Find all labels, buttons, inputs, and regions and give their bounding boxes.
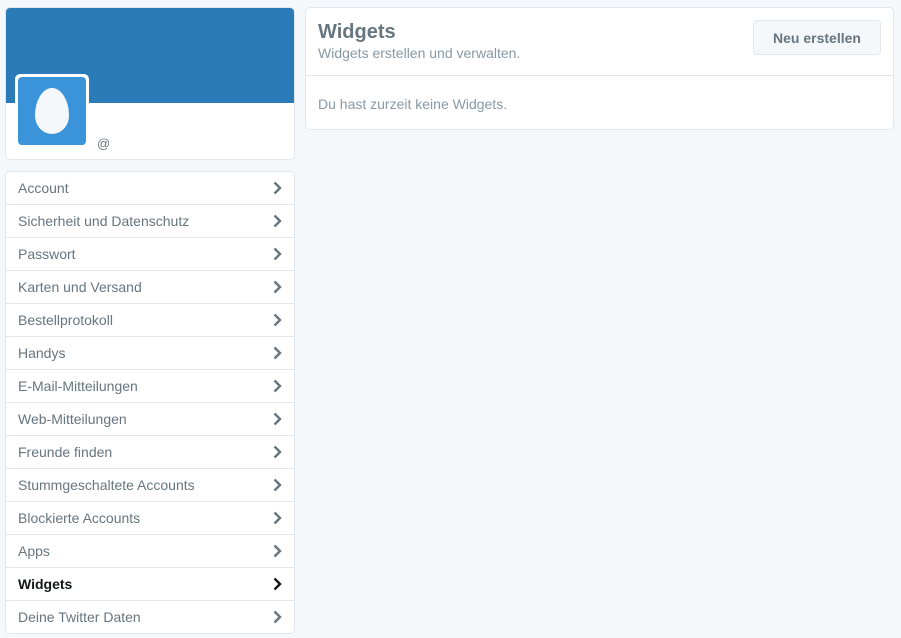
- empty-state-message: Du hast zurzeit keine Widgets.: [318, 96, 508, 112]
- sidebar-item-label: Widgets: [18, 576, 73, 592]
- sidebar-item-label: Bestellprotokoll: [18, 312, 113, 328]
- chevron-right-icon: [273, 412, 282, 426]
- widgets-panel: Widgets Widgets erstellen und verwalten.…: [305, 7, 894, 130]
- sidebar-item-twitter-data[interactable]: Deine Twitter Daten: [6, 600, 294, 633]
- avatar-image: [18, 77, 86, 145]
- sidebar-item-label: Blockierte Accounts: [18, 510, 141, 526]
- chevron-right-icon: [273, 577, 282, 591]
- sidebar-item-label: Web-Mitteilungen: [18, 411, 127, 427]
- chevron-right-icon: [273, 313, 282, 327]
- chevron-right-icon: [273, 379, 282, 393]
- chevron-right-icon: [273, 610, 282, 624]
- sidebar-item-find-friends[interactable]: Freunde finden: [6, 435, 294, 468]
- chevron-right-icon: [273, 445, 282, 459]
- sidebar-item-label: Apps: [18, 543, 50, 559]
- sidebar-item-web-notifications[interactable]: Web-Mitteilungen: [6, 402, 294, 435]
- chevron-right-icon: [273, 544, 282, 558]
- chevron-right-icon: [273, 181, 282, 195]
- create-widget-button[interactable]: Neu erstellen: [753, 20, 881, 55]
- sidebar-item-apps[interactable]: Apps: [6, 534, 294, 567]
- sidebar-item-label: Passwort: [18, 246, 76, 262]
- sidebar-item-label: Freunde finden: [18, 444, 113, 460]
- profile-card: @: [5, 7, 295, 160]
- sidebar-item-label: Karten und Versand: [18, 279, 142, 295]
- chevron-right-icon: [273, 478, 282, 492]
- chevron-right-icon: [273, 214, 282, 228]
- sidebar-item-label: E-Mail-Mitteilungen: [18, 378, 138, 394]
- sidebar-item-mobile[interactable]: Handys: [6, 336, 294, 369]
- settings-nav: Account Sicherheit und Datenschutz Passw…: [5, 171, 295, 634]
- sidebar-item-order-history[interactable]: Bestellprotokoll: [6, 303, 294, 336]
- sidebar-item-password[interactable]: Passwort: [6, 237, 294, 270]
- sidebar-item-label: Account: [18, 180, 69, 196]
- sidebar-item-security[interactable]: Sicherheit und Datenschutz: [6, 204, 294, 237]
- sidebar-item-label: Stummgeschaltete Accounts: [18, 477, 195, 493]
- chevron-right-icon: [273, 511, 282, 525]
- egg-icon: [35, 88, 69, 134]
- sidebar-item-label: Deine Twitter Daten: [18, 609, 141, 625]
- sidebar-item-account[interactable]: Account: [6, 172, 294, 204]
- sidebar-item-label: Sicherheit und Datenschutz: [18, 213, 190, 229]
- panel-header: Widgets Widgets erstellen und verwalten.…: [306, 8, 893, 76]
- sidebar-item-email-notifications[interactable]: E-Mail-Mitteilungen: [6, 369, 294, 402]
- sidebar-item-widgets[interactable]: Widgets: [6, 567, 294, 600]
- chevron-right-icon: [273, 280, 282, 294]
- sidebar-item-cards-shipping[interactable]: Karten und Versand: [6, 270, 294, 303]
- username[interactable]: @: [97, 136, 110, 151]
- sidebar-item-muted-accounts[interactable]: Stummgeschaltete Accounts: [6, 468, 294, 501]
- chevron-right-icon: [273, 247, 282, 261]
- sidebar-item-blocked-accounts[interactable]: Blockierte Accounts: [6, 501, 294, 534]
- chevron-right-icon: [273, 346, 282, 360]
- sidebar-item-label: Handys: [18, 345, 66, 361]
- avatar[interactable]: [15, 74, 89, 148]
